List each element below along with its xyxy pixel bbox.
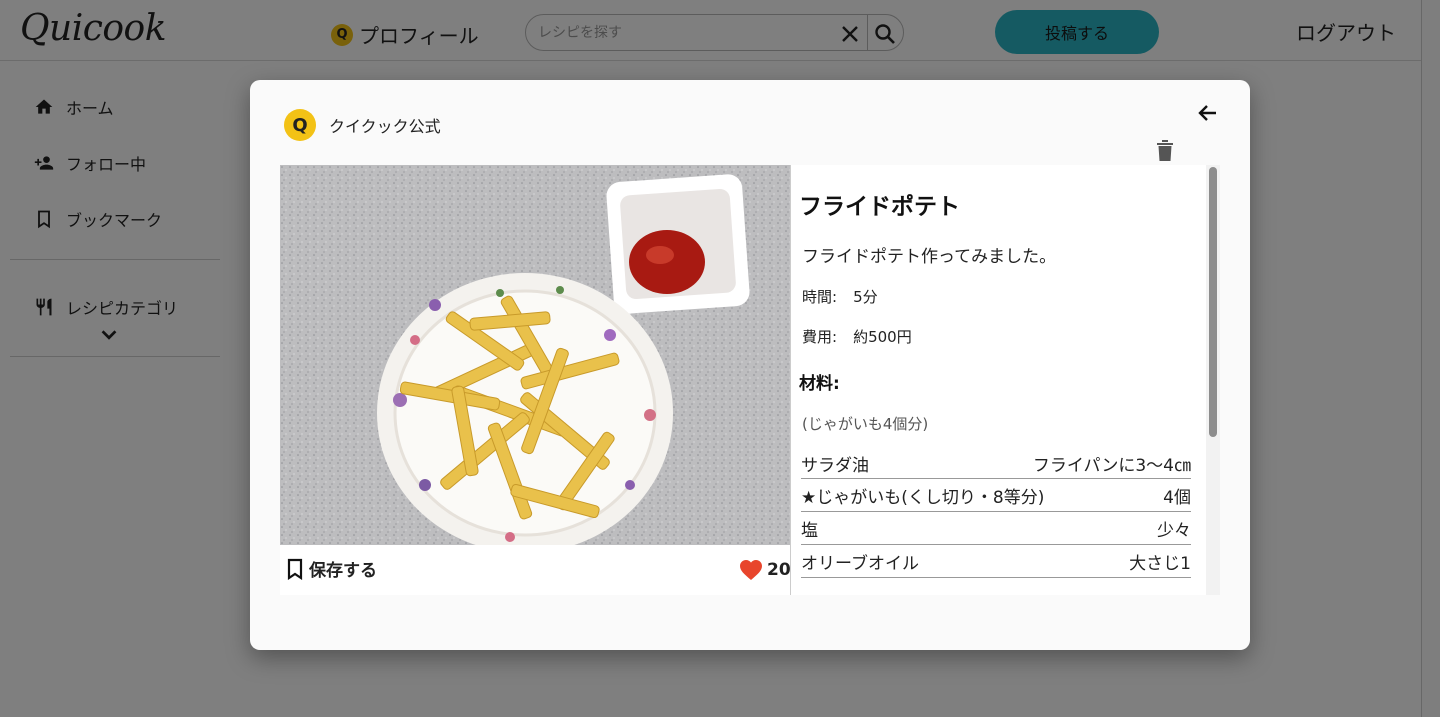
ingredient-row: ★じゃがいも(くし切り・8等分) 4個 [801,479,1191,512]
recipe-detail: フライドポテト フライドポテト作ってみました。 時間: 5分 費用: 約500円… [791,165,1206,595]
ingredient-row: サラダ油 フライパンに3〜4㎝ [801,449,1191,479]
recipe-modal: Q クイクック公式 保存する 20 フライドポテト フライドポテト作ってみました… [250,80,1250,650]
ingredient-name: ★じゃがいも(くし切り・8等分) [801,487,1045,508]
ingredients-heading: 材料: [799,374,840,394]
time-value: 5分 [853,288,878,306]
like-count: 20 [767,560,791,580]
cost-row: 費用: 約500円 [802,326,912,347]
french-fries-photo [280,165,790,545]
author-name: クイクック公式 [329,117,441,136]
serving-note: (じゃがいも4個分) [802,415,929,433]
like-button[interactable]: 20 [739,559,791,581]
trash-icon[interactable] [1153,137,1177,163]
recipe-title: フライドポテト [799,194,960,220]
save-label: 保存する [309,561,377,581]
recipe-photo [280,165,790,545]
heart-icon [740,560,762,580]
cost-label: 費用: [802,328,838,346]
author-info[interactable]: Q クイクック公式 [284,109,441,141]
ingredient-row: オリーブオイル 大さじ1 [801,545,1191,578]
recipe-content: 保存する 20 フライドポテト フライドポテト作ってみました。 時間: 5分 費… [280,165,1220,595]
ingredient-name: サラダ油 [801,456,869,476]
time-label: 時間: [802,288,838,306]
cost-value: 約500円 [853,328,912,346]
arrow-back-icon[interactable] [1196,101,1220,125]
ingredients-list: サラダ油 フライパンに3〜4㎝ ★じゃがいも(くし切り・8等分) 4個 塩 少々… [801,449,1191,578]
bookmark-icon [287,558,303,580]
ingredient-row: 塩 少々 [801,512,1191,545]
avatar: Q [284,109,316,141]
ingredient-name: オリーブオイル [801,553,919,574]
ingredient-amount: フライパンに3〜4㎝ [1032,456,1191,476]
scrollbar-thumb[interactable] [1209,167,1217,437]
save-button[interactable]: 保存する [285,556,377,581]
ingredient-name: 塩 [801,520,818,541]
recipe-description: フライドポテト作ってみました。 [802,247,1057,267]
detail-scrollbar[interactable] [1206,165,1220,595]
time-row: 時間: 5分 [802,286,878,307]
ingredient-amount: 大さじ1 [1129,553,1191,574]
ingredient-amount: 4個 [1163,487,1191,508]
ingredient-amount: 少々 [1157,520,1191,541]
